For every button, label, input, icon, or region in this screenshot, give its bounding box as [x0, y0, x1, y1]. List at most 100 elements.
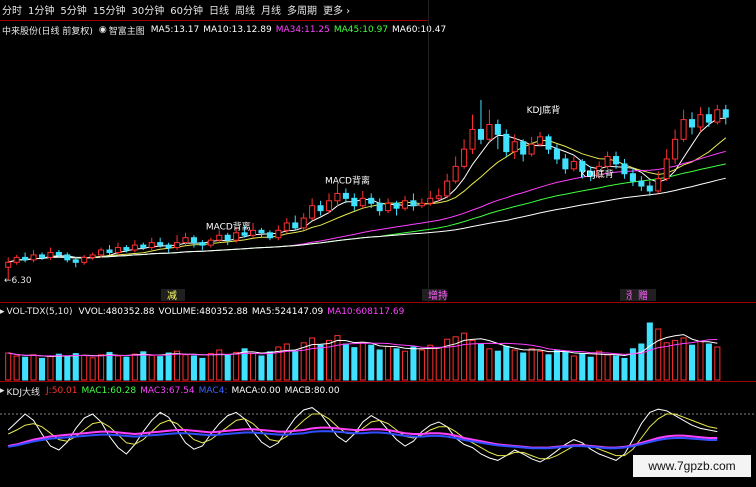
volume-bar-41	[351, 347, 358, 381]
candle-body-80	[680, 119, 687, 140]
kdj-d-line	[7, 413, 718, 460]
candle-body-25	[216, 234, 223, 241]
candle-body-4	[38, 254, 46, 258]
candle-body-35	[300, 217, 307, 229]
candle-body-13	[114, 247, 121, 253]
volume-bar-60	[511, 349, 518, 381]
kdj-j-line	[8, 426, 718, 449]
candle-body-82	[697, 114, 704, 128]
candle-body-72	[613, 156, 620, 165]
candle-body-41	[351, 197, 358, 207]
volume-bar-77	[655, 328, 662, 381]
volume-bar-27	[233, 351, 240, 381]
candle-body-34	[292, 222, 299, 229]
volume-bar-15	[131, 353, 138, 381]
candle-body-1	[13, 256, 20, 263]
volume-bar-33	[283, 343, 290, 381]
volume-bar-13	[114, 355, 121, 381]
stock-chart[interactable]: MACD背离MACD背离KDJ底背KDJ底背←6.30减 增持涨赠	[0, 0, 756, 487]
candle-body-76	[646, 185, 653, 192]
volume-bar-55	[469, 339, 476, 381]
volume-bar-23	[199, 357, 206, 381]
watermark: www.7gpzb.com	[633, 455, 751, 477]
volume-bar-44	[376, 349, 383, 381]
volume-bar-43	[368, 344, 375, 381]
volume-bar-62	[528, 348, 535, 381]
candle-body-21	[182, 237, 189, 244]
candle-body-36	[309, 205, 316, 219]
volume-bar-56	[477, 343, 484, 381]
candle-body-26	[224, 234, 231, 241]
volume-bar-64	[545, 354, 552, 381]
volume-bar-14	[123, 356, 130, 381]
volume-bar-29	[250, 353, 257, 381]
candle-body-17	[148, 242, 155, 249]
candle-body-75	[638, 180, 645, 187]
candle-body-0	[5, 261, 12, 268]
volume-bar-59	[503, 345, 510, 381]
candle-body-20	[174, 242, 181, 249]
volume-bar-50	[427, 344, 434, 381]
candle-body-62	[528, 143, 535, 155]
candle-body-45	[385, 202, 392, 212]
volume-bar-70	[596, 350, 603, 381]
candle-body-31	[266, 232, 273, 239]
candle-body-53	[452, 165, 459, 182]
volume-bar-3	[30, 354, 37, 381]
volume-bar-47	[401, 350, 409, 381]
event-marker-3: 赠	[638, 289, 648, 302]
candle-body-37	[317, 205, 324, 212]
candle-body-19	[165, 244, 172, 249]
candle-body-22	[190, 237, 197, 244]
volume-bar-12	[106, 351, 113, 381]
volume-bar-18	[157, 356, 164, 381]
candle-body-81	[688, 119, 696, 128]
volume-bar-39	[334, 335, 341, 381]
volume-bar-71	[604, 354, 611, 381]
volume-bar-34	[292, 350, 299, 381]
candle-body-64	[545, 136, 552, 150]
candle-body-74	[629, 173, 636, 182]
volume-bar-21	[182, 354, 189, 381]
volume-bar-57	[486, 348, 493, 381]
event-marker-0: 减	[167, 290, 177, 302]
volume-bar-16	[140, 351, 147, 381]
candle-body-6	[55, 251, 62, 256]
volume-bar-46	[393, 348, 400, 381]
volume-bar-24	[207, 353, 214, 381]
candle-body-54	[461, 148, 468, 167]
volume-bar-37	[317, 344, 324, 381]
candle-body-65	[553, 148, 560, 160]
volume-bar-73	[621, 357, 628, 381]
candle-body-51	[435, 195, 442, 199]
candle-body-52	[444, 180, 451, 197]
volume-bar-30	[258, 355, 265, 381]
candle-body-43	[368, 197, 375, 204]
candle-body-28	[241, 232, 248, 236]
candle-body-24	[207, 239, 214, 246]
candle-body-85	[722, 109, 729, 118]
volume-bar-79	[672, 339, 679, 381]
candle-body-7	[64, 254, 71, 261]
volume-bar-7	[64, 356, 71, 381]
candle-body-77	[655, 178, 662, 192]
candle-body-40	[342, 192, 349, 199]
candle-body-60	[511, 141, 518, 153]
volume-bar-5	[47, 355, 54, 381]
volume-bar-72	[613, 355, 620, 381]
candle-body-39	[334, 192, 341, 202]
volume-bar-65	[553, 349, 560, 381]
candle-body-48	[410, 200, 417, 207]
volume-bar-6	[55, 353, 62, 381]
candle-body-63	[537, 136, 544, 145]
candle-body-16	[140, 244, 147, 249]
candle-body-8	[72, 259, 79, 263]
volume-bar-4	[38, 357, 46, 381]
volume-bar-82	[697, 341, 704, 381]
candle-body-55	[469, 128, 476, 150]
event-marker-1: 增持	[428, 289, 448, 302]
volume-bar-48	[410, 346, 417, 381]
candle-body-71	[604, 156, 611, 167]
volume-bar-58	[494, 350, 501, 381]
volume-bar-67	[570, 355, 577, 381]
